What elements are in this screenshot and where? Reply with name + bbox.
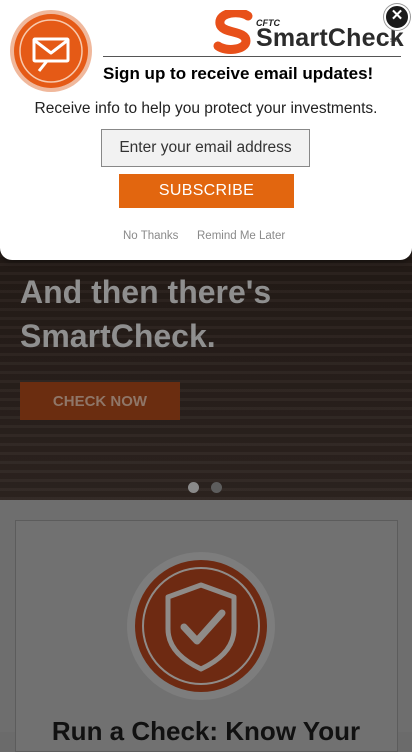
- close-icon[interactable]: ✕: [384, 4, 410, 30]
- logo-divider: [103, 56, 401, 57]
- signup-subtitle: Receive info to help you protect your in…: [34, 100, 378, 117]
- carousel-dots: [188, 482, 222, 493]
- carousel-dot-1[interactable]: [188, 482, 199, 493]
- email-signup-modal: CFTC SmartCheck SM ✕ Sign up to receive …: [0, 0, 412, 260]
- no-thanks-link[interactable]: No Thanks: [123, 230, 178, 242]
- hero-title: And then there's SmartCheck.: [20, 274, 272, 354]
- logo-name: SmartCheck: [256, 24, 404, 52]
- email-input[interactable]: [101, 129, 310, 167]
- shield-check-icon: [127, 552, 275, 700]
- carousel-dot-2[interactable]: [211, 482, 222, 493]
- smartcheck-logo: CFTC SmartCheck SM: [212, 10, 404, 54]
- logo-s-mark: [213, 10, 253, 54]
- subscribe-button[interactable]: SUBSCRIBE: [119, 174, 294, 208]
- logo-service-mark: SM: [390, 38, 398, 44]
- remind-later-link[interactable]: Remind Me Later: [197, 230, 285, 242]
- signup-title: Sign up to receive email updates!: [103, 64, 374, 83]
- check-now-button[interactable]: CHECK NOW: [20, 382, 180, 420]
- mail-icon: [10, 10, 92, 92]
